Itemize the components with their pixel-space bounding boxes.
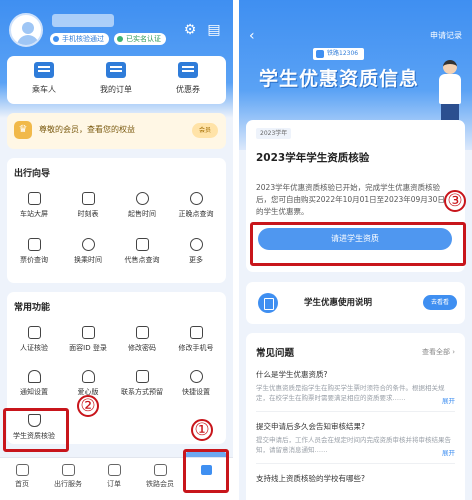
tab-travel-service[interactable]: 出行服务 bbox=[46, 464, 90, 489]
member-banner[interactable]: ♛ 尊敬的会员，查看您的权益 会员 bbox=[7, 113, 226, 149]
passenger-icon bbox=[34, 62, 54, 78]
callout-number-3: ③ bbox=[444, 190, 466, 212]
home-icon bbox=[15, 464, 29, 476]
faq-section: 常见问题 查看全部 › 什么是学生优惠资质? 学生优惠资质是指学生在购买学生票时… bbox=[246, 333, 465, 500]
document-icon bbox=[258, 293, 278, 313]
fare-icon bbox=[27, 238, 41, 251]
station-screen-button[interactable]: 车站大屏 bbox=[7, 192, 61, 219]
face-id-icon bbox=[81, 326, 95, 339]
bell-icon bbox=[27, 370, 41, 383]
identity-verified-badge: 已实名认证 bbox=[114, 33, 166, 45]
gear-icon[interactable]: ⚙ bbox=[182, 22, 198, 38]
contact-icon bbox=[135, 370, 149, 383]
heart-icon bbox=[81, 370, 95, 383]
travel-guide-panel: 出行向导 车站大屏 时刻表 起售时间 正晚点查询 票价查询 换乘时间 代售点查询… bbox=[7, 158, 226, 283]
right-screen: ‹ 申请记录 铁路12306 学生优惠资质信息 2023学年 2023学年学生资… bbox=[239, 0, 472, 500]
faq-answer: 学生优惠资质是指学生在购买学生票时须符合的条件。根据相关规定，在校学生在购票时需… bbox=[256, 384, 445, 402]
tab-home[interactable]: 首页 bbox=[0, 464, 44, 489]
quick-actions-card: 乘车人 我的订单 优惠券 bbox=[7, 56, 226, 104]
faq-view-all-link[interactable]: 查看全部 › bbox=[422, 347, 455, 357]
settings-icon bbox=[189, 370, 203, 383]
faq-question[interactable]: 什么是学生优惠资质? bbox=[256, 369, 327, 380]
callout-box-apply bbox=[250, 222, 466, 266]
user-name bbox=[52, 14, 114, 27]
common-functions-title: 常用功能 bbox=[14, 303, 51, 313]
coupon-icon bbox=[178, 62, 198, 78]
divider bbox=[256, 463, 455, 464]
card-description: 2023学年优惠资质核验已开始，完成学生优惠资质核验后，您可自由购买2022年1… bbox=[256, 183, 445, 216]
timetable-icon bbox=[81, 192, 95, 205]
more-icon bbox=[189, 238, 203, 251]
card-title: 2023学年学生资质核验 bbox=[256, 152, 370, 164]
faq-title: 常见问题 bbox=[256, 348, 295, 359]
callout-box-student bbox=[3, 408, 69, 452]
railway-logo-tag: 铁路12306 bbox=[313, 48, 365, 60]
id-verify-button[interactable]: 人证核验 bbox=[7, 326, 61, 353]
back-icon[interactable]: ‹ bbox=[249, 28, 255, 44]
id-card-icon bbox=[27, 326, 41, 339]
callout-number-2: ② bbox=[77, 395, 99, 417]
delay-query-button[interactable]: 正晚点查询 bbox=[169, 192, 223, 219]
care-mode-button[interactable]: 爱心版 bbox=[61, 370, 115, 397]
member-icon bbox=[153, 464, 167, 476]
sale-time-button[interactable]: 起售时间 bbox=[115, 192, 169, 219]
fare-query-button[interactable]: 票价查询 bbox=[7, 238, 61, 265]
transfer-icon bbox=[81, 238, 95, 251]
faq-expand-link[interactable]: 展开 bbox=[442, 447, 455, 457]
faq-question[interactable]: 支持线上资质核验的学校有哪些? bbox=[256, 473, 365, 484]
face-id-login-button[interactable]: 面容ID 登录 bbox=[61, 326, 115, 353]
more-button[interactable]: 更多 bbox=[169, 238, 223, 265]
tab-railway-member[interactable]: 铁路会员 bbox=[138, 464, 182, 489]
agency-query-button[interactable]: 代售点查询 bbox=[115, 238, 169, 265]
change-phone-button[interactable]: 修改手机号 bbox=[169, 326, 223, 353]
coupon-button[interactable]: 优惠券 bbox=[153, 62, 223, 95]
student-illustration bbox=[435, 60, 465, 120]
banner-title: 学生优惠资质信息 bbox=[259, 68, 420, 90]
travel-icon bbox=[61, 464, 75, 476]
year-tag: 2023学年 bbox=[256, 128, 292, 139]
faq-question[interactable]: 提交申请后多久会告知审核结果? bbox=[256, 421, 365, 432]
faq-expand-link[interactable]: 展开 bbox=[442, 395, 455, 405]
passenger-button[interactable]: 乘车人 bbox=[9, 62, 79, 95]
phone-icon bbox=[189, 326, 203, 339]
quick-settings-button[interactable]: 快捷设置 bbox=[169, 370, 223, 397]
avatar[interactable] bbox=[9, 13, 43, 47]
member-crown-icon: ♛ bbox=[14, 121, 32, 139]
left-screen: 手机核验通过 已实名认证 ⚙ ▤ 乘车人 我的订单 优惠券 ♛ 尊敬的会员，查看… bbox=[0, 0, 233, 500]
member-button[interactable]: 会员 bbox=[192, 123, 218, 138]
timetable-button[interactable]: 时刻表 bbox=[61, 192, 115, 219]
notification-settings-button[interactable]: 通知设置 bbox=[7, 370, 61, 397]
contact-reserve-button[interactable]: 联系方式预留 bbox=[115, 370, 169, 397]
divider bbox=[256, 411, 455, 412]
travel-guide-title: 出行向导 bbox=[14, 169, 51, 179]
clock-icon bbox=[135, 192, 149, 205]
screen-icon bbox=[27, 192, 41, 205]
lock-icon bbox=[135, 326, 149, 339]
usage-instructions-card[interactable]: 学生优惠使用说明 去看看 bbox=[246, 282, 465, 324]
callout-number-1: ① bbox=[191, 419, 213, 441]
callout-box-mine bbox=[183, 449, 229, 493]
transfer-time-button[interactable]: 换乘时间 bbox=[61, 238, 115, 265]
order-icon bbox=[106, 62, 126, 78]
delay-icon bbox=[189, 192, 203, 205]
agency-icon bbox=[135, 238, 149, 251]
phone-verified-badge: 手机核验通过 bbox=[50, 33, 109, 45]
view-button[interactable]: 去看看 bbox=[423, 295, 457, 310]
faq-answer: 提交申请后，工作人员会在规定时间内完成资质审核并将审核结果告知，请留意消息通知…… bbox=[256, 436, 451, 454]
tab-orders[interactable]: 订单 bbox=[92, 464, 136, 489]
my-orders-button[interactable]: 我的订单 bbox=[81, 62, 151, 95]
application-record-link[interactable]: 申请记录 bbox=[430, 30, 462, 41]
order-icon bbox=[107, 464, 121, 476]
change-password-button[interactable]: 修改密码 bbox=[115, 326, 169, 353]
message-icon[interactable]: ▤ bbox=[206, 22, 222, 38]
